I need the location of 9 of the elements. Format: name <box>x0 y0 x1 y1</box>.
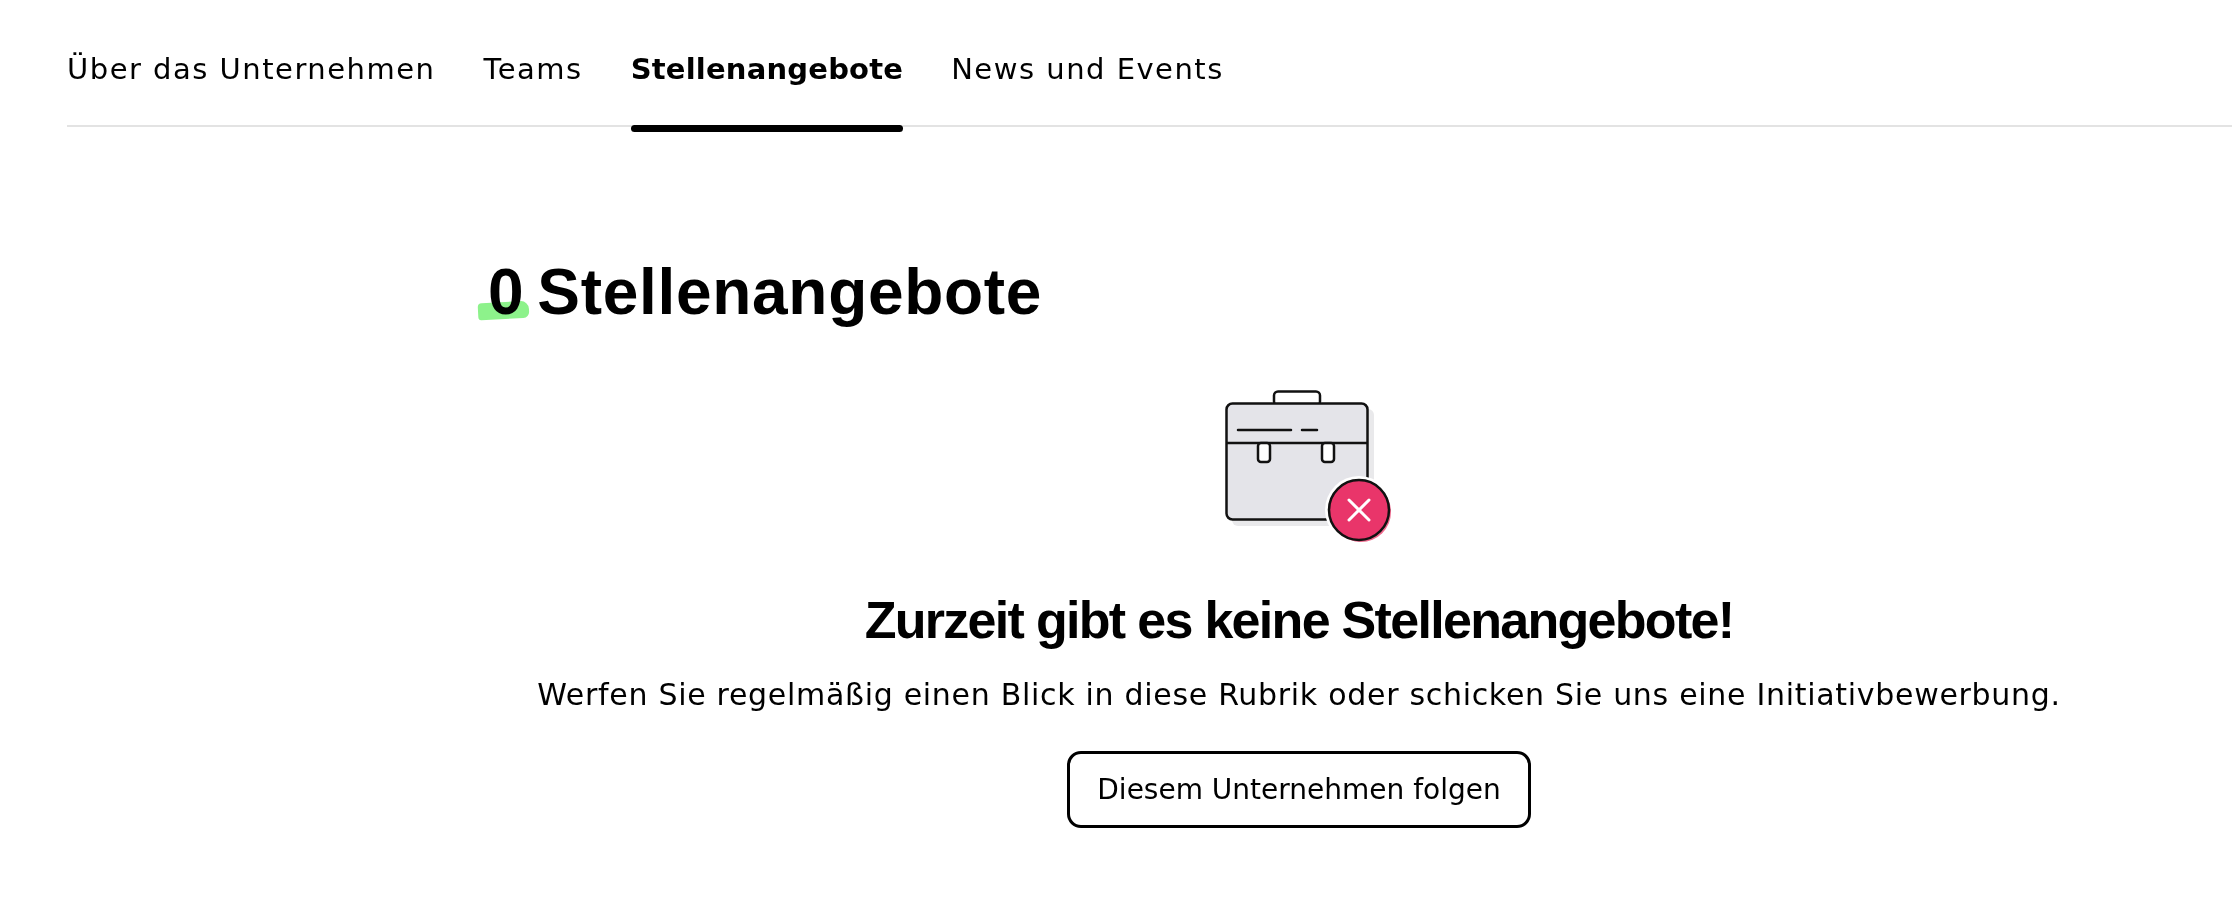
tab[interactable]: Teams <box>483 0 583 132</box>
empty-state-message: Werfen Sie regelmäßig einen Blick in diese Rubrik oder schicken Sie uns eine Initiativbewerbung. <box>537 677 2061 713</box>
tab[interactable]: Über das Unternehmen <box>67 0 436 132</box>
page-heading: Stellenangebote <box>537 255 1043 329</box>
tab[interactable]: News und Events <box>951 0 1224 132</box>
empty-state-title: Zurzeit gibt es keine Stellenangebote! <box>864 590 1734 650</box>
job-count: 0 <box>478 255 530 329</box>
follow-button[interactable]: Diesem Unternehmen folgen <box>1067 751 1531 828</box>
tab[interactable]: Stellenangebote <box>630 0 904 132</box>
